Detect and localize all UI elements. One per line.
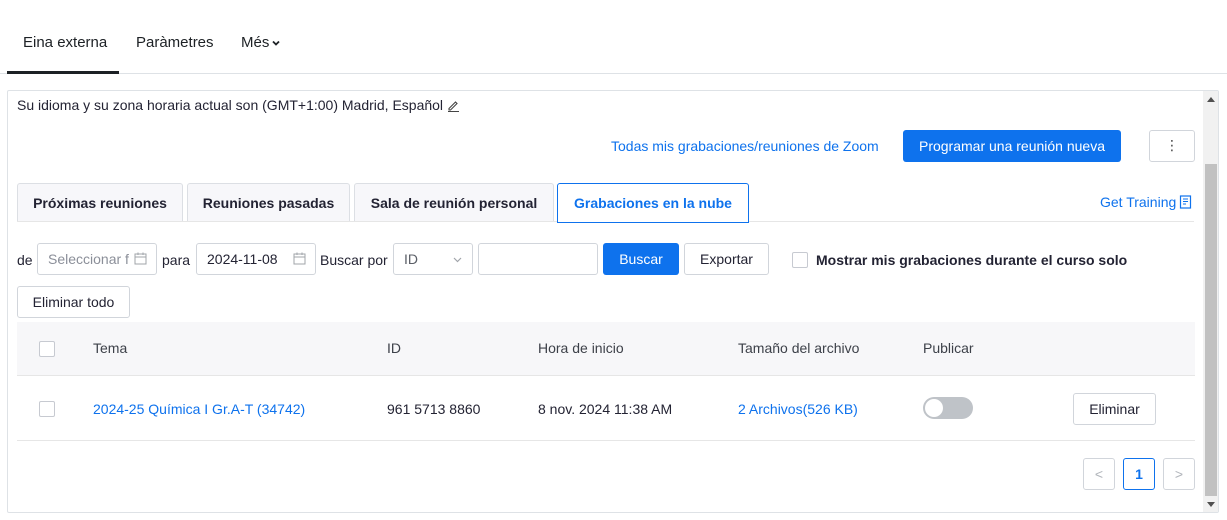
search-input[interactable] — [478, 243, 598, 275]
row-checkbox[interactable] — [39, 401, 55, 417]
tab-personal-room[interactable]: Sala de reunión personal — [354, 183, 554, 222]
scroll-down-arrow[interactable] — [1207, 502, 1215, 507]
table-header: Tema ID Hora de inicio Tamaño del archiv… — [17, 322, 1195, 376]
chevron-down-icon — [272, 40, 280, 46]
export-button[interactable]: Exportar — [684, 243, 769, 275]
from-date-placeholder: Seleccionar f — [48, 251, 129, 267]
chevron-down-icon — [453, 257, 462, 263]
table-row: 2024-25 Química I Gr.A-T (34742) 961 571… — [17, 377, 1195, 441]
column-header-file-size: Tamaño del archivo — [738, 340, 860, 356]
zoom-frame: Su idioma y su zona horaria actual son (… — [7, 90, 1219, 513]
previous-page-button[interactable]: < — [1083, 458, 1115, 490]
only-course-label: Mostrar mis grabaciones durante el curso… — [816, 252, 1128, 268]
book-icon — [1180, 195, 1192, 209]
top-navigation: Eina externa Paràmetres Més — [0, 0, 1227, 74]
file-size-link[interactable]: 2 Archivos(526 KB) — [738, 401, 858, 417]
column-header-topic: Tema — [93, 340, 128, 356]
timezone-text: Su idioma y su zona horaria actual son (… — [17, 97, 444, 113]
tab-more[interactable]: Més — [241, 34, 281, 51]
search-by-value: ID — [404, 251, 418, 267]
tab-upcoming-meetings[interactable]: Próximas reuniones — [17, 183, 183, 222]
search-by-select[interactable]: ID — [393, 243, 473, 275]
search-button[interactable]: Buscar — [603, 243, 679, 275]
tab-previous-meetings[interactable]: Reuniones pasadas — [187, 183, 350, 222]
to-date-value: 2024-11-08 — [207, 251, 278, 267]
publish-toggle[interactable] — [923, 397, 973, 419]
from-label: de — [17, 252, 33, 268]
tab-parameters[interactable]: Paràmetres — [136, 34, 214, 51]
delete-button[interactable]: Eliminar — [1073, 393, 1156, 425]
search-by-label: Buscar por — [320, 252, 388, 268]
more-options-button[interactable]: ⋮ — [1149, 130, 1195, 162]
start-time: 8 nov. 2024 11:38 AM — [538, 401, 673, 417]
to-label: para — [162, 252, 191, 268]
column-header-id: ID — [387, 340, 401, 356]
select-all-checkbox[interactable] — [39, 341, 55, 357]
delete-all-button[interactable]: Eliminar todo — [17, 286, 130, 318]
to-date-input[interactable]: 2024-11-08 — [196, 243, 316, 275]
tab-external-tool[interactable]: Eina externa — [23, 34, 107, 51]
next-page-button[interactable]: > — [1163, 458, 1195, 490]
calendar-icon — [134, 252, 147, 265]
page-number-current[interactable]: 1 — [1123, 458, 1155, 490]
only-course-checkbox[interactable] — [792, 252, 808, 268]
tab-more-label: Més — [241, 34, 270, 51]
edit-icon[interactable] — [447, 99, 460, 113]
all-recordings-link[interactable]: Todas mis grabaciones/reuniones de Zoom — [611, 138, 879, 154]
column-header-start-time: Hora de inicio — [538, 340, 624, 356]
get-training-link[interactable]: Get Training — [1100, 194, 1192, 210]
toggle-knob — [925, 399, 943, 417]
scroll-up-arrow[interactable] — [1207, 97, 1215, 102]
tab-cloud-recordings[interactable]: Grabaciones en la nube — [557, 183, 749, 223]
schedule-meeting-button[interactable]: Programar una reunión nueva — [903, 130, 1121, 162]
active-tab-indicator — [7, 71, 119, 74]
timezone-info: Su idioma y su zona horaria actual son (… — [17, 97, 460, 113]
column-header-publish: Publicar — [923, 340, 974, 356]
calendar-icon — [293, 252, 306, 265]
get-training-label: Get Training — [1100, 194, 1177, 210]
scrollbar-thumb[interactable] — [1205, 164, 1217, 496]
from-date-input[interactable]: Seleccionar f — [37, 243, 157, 275]
meeting-id: 961 5713 8860 — [387, 401, 481, 417]
recording-topic-link[interactable]: 2024-25 Química I Gr.A-T (34742) — [93, 401, 305, 417]
